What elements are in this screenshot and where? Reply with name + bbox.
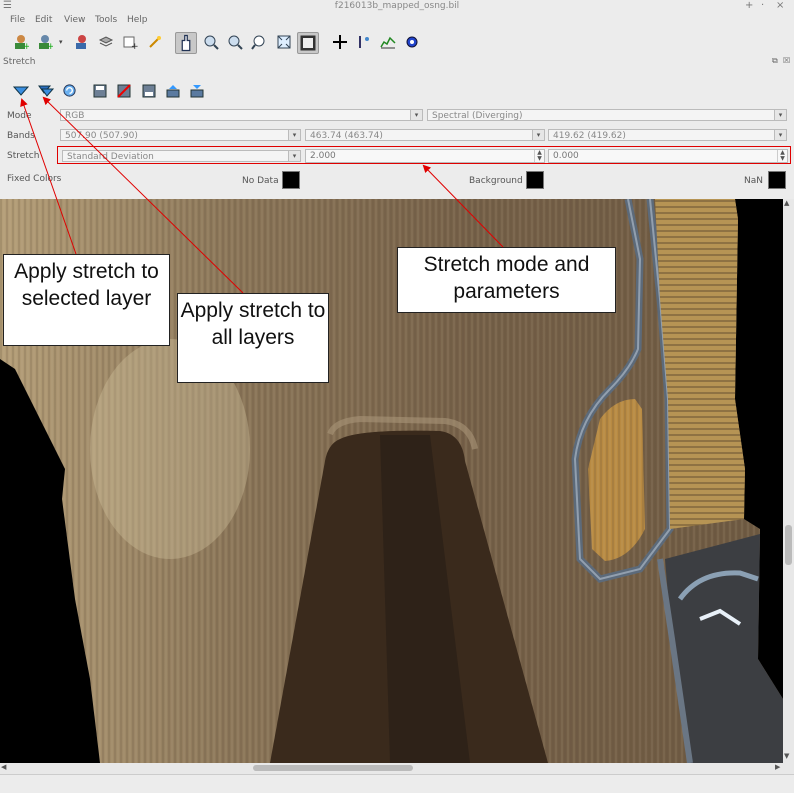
pixel-info-icon[interactable] [356, 34, 372, 50]
import-icon[interactable] [166, 84, 180, 98]
apply-selected-icon[interactable] [13, 84, 29, 98]
horizontal-scroll-thumb[interactable] [253, 765, 413, 771]
background-color-swatch[interactable] [526, 171, 544, 189]
close-icon[interactable]: × [776, 0, 784, 11]
band-red-value: 507.90 (507.90) [65, 131, 138, 141]
no-data-color-swatch[interactable] [282, 171, 300, 189]
svg-text:+: + [131, 42, 138, 50]
scroll-left-icon[interactable]: ◀ [1, 763, 6, 771]
save-as-icon[interactable] [142, 84, 156, 98]
reset-icon[interactable] [62, 83, 77, 98]
wand-icon[interactable] [147, 34, 163, 50]
zoom-in-icon[interactable] [203, 34, 219, 50]
band-green-select[interactable]: 463.74 (463.74) ▾ [305, 129, 545, 141]
callout-apply-selected: Apply stretch to selected layer [3, 254, 170, 346]
menu-help[interactable]: Help [127, 15, 148, 25]
layers-stack-icon[interactable] [98, 34, 114, 50]
chevron-down-icon: ▾ [774, 130, 786, 140]
pan-icon[interactable] [175, 32, 197, 54]
chevron-down-icon: ▾ [410, 110, 422, 120]
panel-close-icon[interactable]: ☒ [783, 56, 790, 65]
scroll-down-icon[interactable]: ▼ [784, 752, 789, 760]
band-red-select[interactable]: 507.90 (507.90) ▾ [60, 129, 301, 141]
remove-layer-icon[interactable] [74, 34, 90, 50]
no-data-label: No Data [242, 176, 279, 186]
colormap-value: Spectral (Diverging) [432, 111, 523, 121]
menu-file[interactable]: File [10, 15, 25, 25]
mode-select[interactable]: RGB ▾ [60, 109, 423, 121]
title-bar: ☰ f216013b_mapped_osng.bil + · × [0, 0, 794, 13]
new-window-icon[interactable]: + [122, 34, 138, 50]
horizontal-scrollbar[interactable]: ◀ ▶ [0, 763, 794, 774]
bands-label: Bands [7, 131, 35, 141]
nan-color-swatch[interactable] [768, 171, 786, 189]
stretch-label: Stretch [7, 151, 40, 161]
vertical-scroll-thumb[interactable] [785, 525, 792, 565]
zoom-out-icon[interactable] [227, 34, 243, 50]
zoom-full-icon[interactable] [276, 34, 292, 50]
add-remote-layer-icon[interactable]: + [37, 34, 53, 50]
minimize-icon[interactable]: · [761, 0, 764, 11]
main-toolbar: + + ▾ + [0, 28, 794, 56]
zoom-fit-icon[interactable] [251, 34, 267, 50]
maximize-icon[interactable]: + [745, 0, 753, 11]
crosshair-icon[interactable] [332, 34, 348, 50]
mode-value: RGB [65, 111, 85, 121]
stretch-row-highlight [57, 146, 791, 164]
menu-view[interactable]: View [64, 15, 85, 25]
stretch-toolbar [0, 80, 794, 102]
band-blue-value: 419.62 (419.62) [553, 131, 626, 141]
fixed-colors-label: Fixed Colors [7, 174, 62, 184]
svg-text:+: + [47, 42, 53, 50]
scroll-right-icon[interactable]: ▶ [775, 763, 780, 771]
vertical-scrollbar[interactable]: ▲ ▼ [783, 199, 794, 763]
panel-float-icon[interactable]: ⧉ [772, 56, 778, 66]
status-bar [0, 774, 794, 793]
panel-title: Stretch [3, 57, 36, 67]
colormap-select[interactable]: Spectral (Diverging) ▾ [427, 109, 787, 121]
stretch-panel-header: Stretch ⧉ ☒ [0, 56, 794, 69]
dropdown-chevron-icon[interactable]: ▾ [59, 38, 63, 46]
chevron-down-icon: ▾ [774, 110, 786, 120]
add-layer-icon[interactable]: + [13, 34, 29, 50]
window-title: f216013b_mapped_osng.bil [334, 1, 460, 11]
save-icon[interactable] [93, 84, 107, 98]
callout-stretch-mode: Stretch mode and parameters [397, 247, 616, 313]
mode-label: Mode [7, 111, 32, 121]
band-green-value: 463.74 (463.74) [310, 131, 383, 141]
background-label: Background [469, 176, 523, 186]
chevron-down-icon: ▾ [288, 130, 300, 140]
menu-bar: File Edit View Tools Help [0, 13, 794, 28]
settings-gear-icon[interactable] [404, 34, 420, 50]
spectral-plot-icon[interactable] [380, 34, 396, 50]
svg-text:+: + [23, 42, 29, 50]
export-icon[interactable] [190, 84, 204, 98]
menu-tools[interactable]: Tools [95, 15, 117, 25]
menu-edit[interactable]: Edit [35, 15, 52, 25]
scroll-up-icon[interactable]: ▲ [784, 199, 789, 207]
band-blue-select[interactable]: 419.62 (419.62) ▾ [548, 129, 787, 141]
apply-all-icon[interactable] [38, 84, 54, 98]
clear-icon[interactable] [117, 84, 131, 98]
chevron-down-icon: ▾ [532, 130, 544, 140]
nan-label: NaN [744, 176, 763, 186]
zoom-selection-icon[interactable] [297, 32, 319, 54]
callout-apply-all: Apply stretch to all layers [177, 293, 329, 383]
